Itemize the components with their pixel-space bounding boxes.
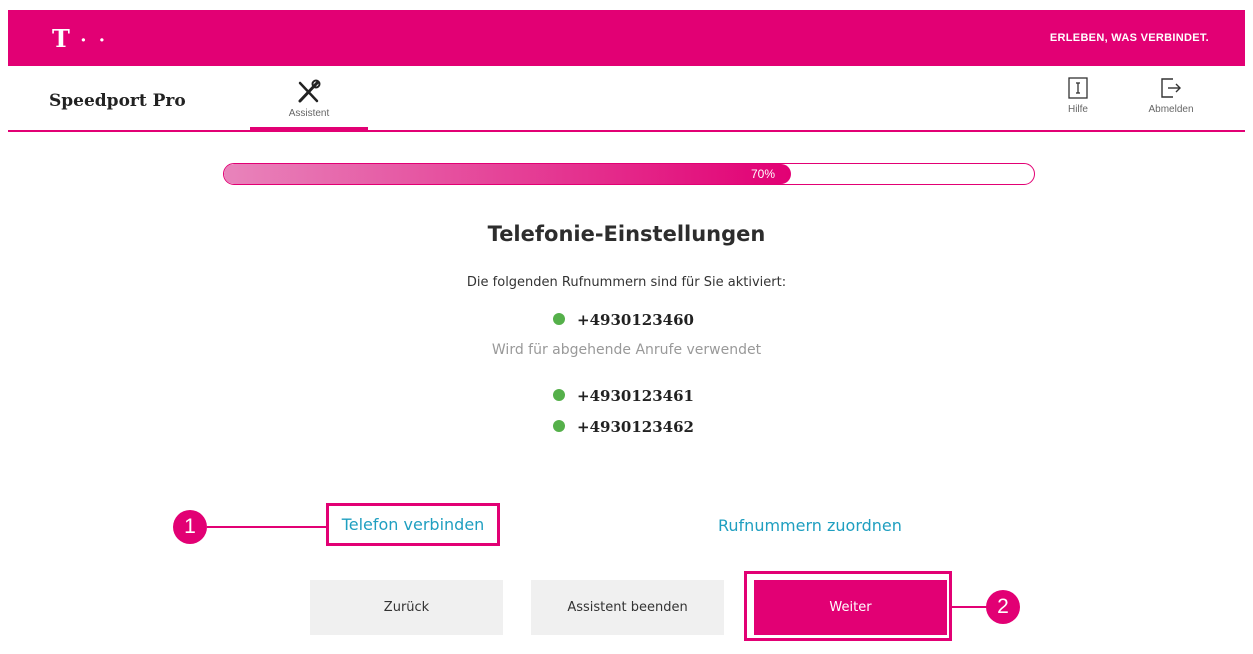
callout-line-2 (952, 606, 988, 608)
callout-marker-1: 1 (173, 510, 207, 544)
logout-label: Abmelden (1148, 104, 1194, 115)
logout-icon (1161, 78, 1181, 98)
help-button[interactable]: Hilfe (1063, 76, 1093, 115)
page-title: Telefonie-Einstellungen (487, 222, 766, 246)
logout-button[interactable]: Abmelden (1135, 76, 1207, 115)
check-icon (553, 389, 565, 401)
check-icon (553, 313, 565, 325)
telekom-logo: T · · (52, 24, 108, 53)
brand-name: Speedport Pro (49, 91, 186, 111)
end-assistant-button[interactable]: Assistent beenden (531, 580, 724, 635)
top-bar: T · · ERLEBEN, WAS VERBINDET. (8, 10, 1245, 66)
phone-number: +4930123461 (577, 387, 694, 405)
tab-assistent-label: Assistent (288, 108, 330, 119)
phone-number: +4930123460 (577, 311, 694, 329)
back-button[interactable]: Zurück (310, 580, 503, 635)
assign-numbers-link[interactable]: Rufnummern zuordnen (718, 516, 902, 535)
phone-number-item: +4930123460 (553, 311, 694, 329)
logo-dots: · · (80, 30, 109, 51)
help-label: Hilfe (1067, 104, 1088, 115)
check-icon (553, 420, 565, 432)
connect-phone-link[interactable]: Telefon verbinden (326, 503, 500, 546)
phone-number: +4930123462 (577, 418, 694, 436)
callout-marker-2: 2 (986, 590, 1020, 624)
progress-fill (224, 164, 791, 184)
help-icon (1068, 77, 1088, 99)
page-subtitle: Die folgenden Rufnummern sind für Sie ak… (466, 275, 787, 290)
callout-line-1 (207, 526, 327, 528)
next-button[interactable]: Weiter (754, 580, 947, 635)
progress-label: 70% (750, 167, 775, 181)
progress-bar: 70% (223, 163, 1035, 185)
phone-number-item: +4930123462 (553, 418, 694, 436)
tab-assistent[interactable]: Assistent (250, 72, 368, 130)
logo-letter: T (52, 24, 71, 53)
slogan: ERLEBEN, WAS VERBINDET. (1049, 32, 1209, 44)
tools-icon (298, 79, 321, 103)
nav-bar: Speedport Pro Assistent Hilfe Abmelden (8, 66, 1245, 132)
phone-number-note: Wird für abgehende Anrufe verwendet (491, 342, 762, 358)
phone-number-item: +4930123461 (553, 387, 694, 405)
